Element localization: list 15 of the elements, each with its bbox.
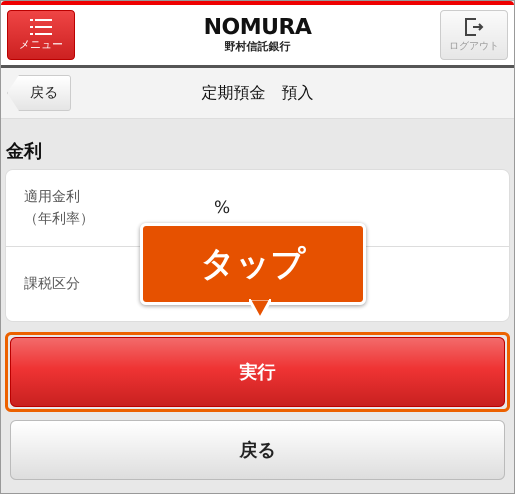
page-title: 定期預金 預入 xyxy=(202,82,314,104)
logout-icon xyxy=(464,18,484,36)
section-title: 金利 xyxy=(6,140,43,163)
menu-button[interactable]: メニュー xyxy=(7,10,75,60)
execute-button[interactable]: 実行 xyxy=(10,337,505,407)
back-button[interactable]: 戻る xyxy=(10,420,505,480)
back-button[interactable]: 戻る xyxy=(7,75,71,111)
logo-subtitle: 野村信託銀行 xyxy=(224,38,290,54)
row-label: （年利率） xyxy=(24,211,94,227)
row-label: 適用金利 xyxy=(24,188,80,205)
menu-icon xyxy=(30,18,52,34)
row-value: % xyxy=(214,198,230,218)
logo-text: NOMURA xyxy=(204,16,312,38)
tap-callout: タップ xyxy=(140,223,366,305)
row-label: 課税区分 xyxy=(24,276,80,292)
